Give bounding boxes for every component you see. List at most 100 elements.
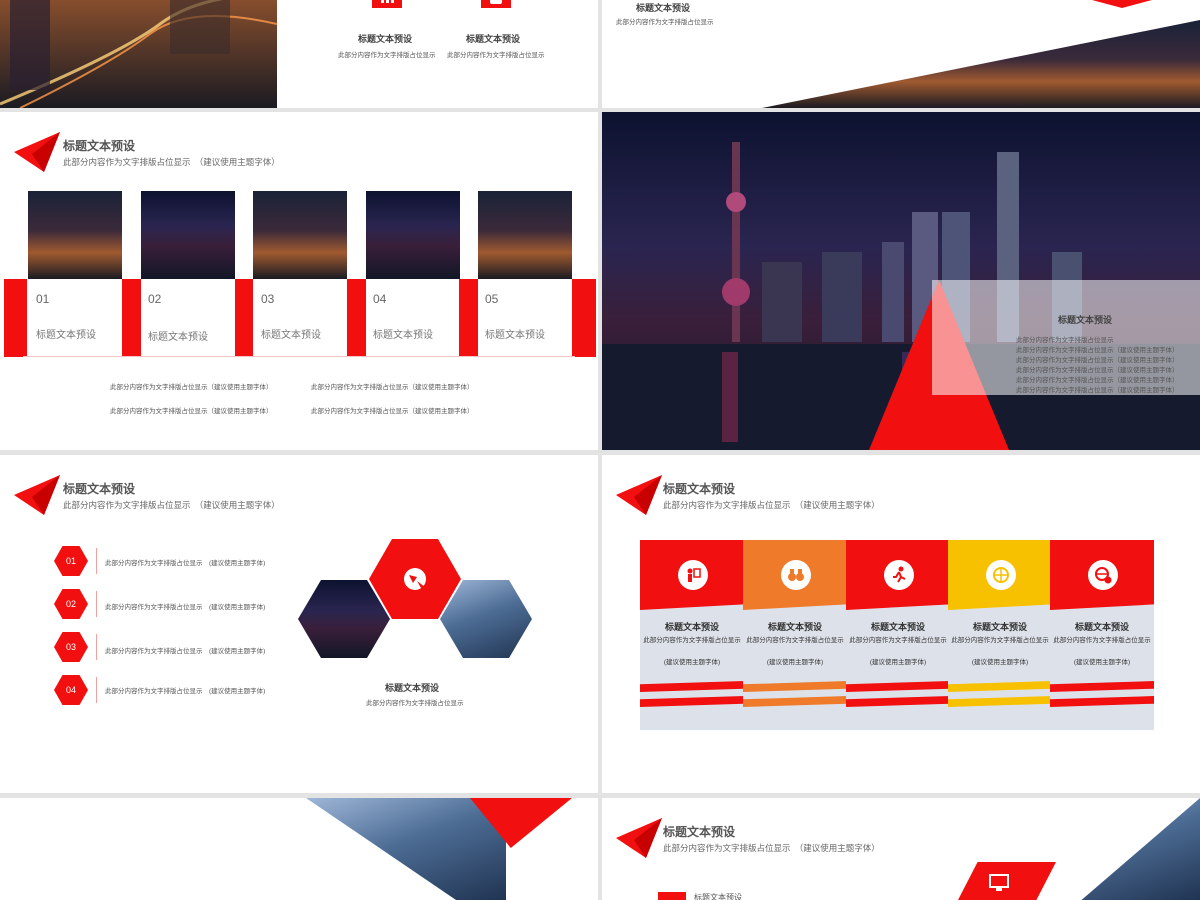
red-corner-shape — [1092, 0, 1152, 8]
card-number: 05 — [485, 292, 499, 306]
runner-icon — [884, 560, 914, 590]
page-title: 标题文本预设 — [663, 825, 736, 839]
column-desc: 此部分内容作为文字排版占位显示 — [951, 637, 1049, 644]
slide-hexagons[interactable]: 标题文本预设 此部分内容作为文字排版占位显示 （建议使用主题字体） 01 此部分… — [0, 455, 598, 793]
slide-top-left[interactable]: 标题文本预设 此部分内容作为文字排版占位显示 标题文本预设 此部分内容作为文字排… — [0, 0, 598, 108]
panel-line: 此部分内容作为文字排版占位显示（建议使用主题字体） — [1016, 367, 1179, 374]
column-title: 标题文本预设 — [767, 622, 822, 632]
page-subtitle: 此部分内容作为文字排版占位显示 （建议使用主题字体） — [63, 157, 280, 167]
paper-plane-icon — [616, 818, 662, 858]
column-desc: 此部分内容作为文字排版占位显示 — [1053, 637, 1151, 644]
user-icon — [481, 0, 511, 8]
skyscraper-photo — [306, 798, 506, 900]
panel-line: 此部分内容作为文字排版占位显示（建议使用主题字体） — [1016, 387, 1179, 394]
slide-bottom-right[interactable]: 标题文本预设 此部分内容作为文字排版占位显示 （建议使用主题字体） 标题文本预设 — [602, 798, 1200, 900]
card-photo — [366, 191, 460, 279]
list-marker — [658, 892, 686, 900]
step-number-hex: 01 — [54, 546, 88, 576]
column-note: (建议使用主题字体) — [766, 659, 824, 666]
globe-dollar-icon — [1088, 560, 1118, 590]
globe-cursor-icon — [401, 565, 429, 593]
caption-title: 标题文本预设 — [385, 683, 440, 693]
page-title: 标题文本预设 — [63, 139, 136, 153]
divider-line — [96, 677, 97, 703]
column-title: 标题文本预设 — [664, 622, 719, 632]
page-title: 标题文本预设 — [63, 482, 136, 496]
monitor-icon — [988, 874, 1010, 892]
paper-plane-icon — [616, 475, 662, 515]
slide-top-right[interactable]: 标题文本预设 此部分内容作为文字排版占位显示 — [602, 0, 1200, 108]
page-subtitle: 此部分内容作为文字排版占位显示 （建议使用主题字体） — [663, 500, 880, 510]
page-subtitle: 此部分内容作为文字排版占位显示 （建议使用主题字体） — [63, 500, 280, 510]
divider-line — [96, 591, 97, 617]
paper-plane-icon — [14, 475, 60, 515]
page-title: 标题文本预设 — [663, 482, 736, 496]
binoculars-icon — [781, 560, 811, 590]
feature-column: 标题文本预设 此部分内容作为文字排版占位显示 (建议使用主题字体) — [640, 540, 744, 730]
feature-column: 标题文本预设 此部分内容作为文字排版占位显示 (建议使用主题字体) — [846, 540, 950, 730]
card-label: 标题文本预设 — [373, 330, 433, 341]
card-label: 标题文本预设 — [261, 330, 321, 341]
card-photo — [141, 191, 235, 279]
panel-line: 此部分内容作为文字排版占位显示（建议使用主题字体） — [1016, 377, 1179, 384]
item-desc: 此部分内容作为文字排版占位显示 — [338, 52, 436, 59]
slide-grid: 标题文本预设 此部分内容作为文字排版占位显示 标题文本预设 此部分内容作为文字排… — [0, 0, 1200, 900]
card-divider — [572, 279, 596, 357]
card-divider — [4, 279, 27, 357]
step-number-hex: 04 — [54, 675, 88, 705]
card-divider — [122, 279, 141, 357]
slide-bottom-left[interactable] — [0, 798, 598, 900]
card-photo — [253, 191, 347, 279]
slide-cards[interactable]: 标题文本预设 此部分内容作为文字排版占位显示 （建议使用主题字体） 01 02 … — [0, 112, 598, 450]
column-title: 标题文本预设 — [972, 622, 1027, 632]
feature-column: 标题文本预设 此部分内容作为文字排版占位显示 (建议使用主题字体) — [948, 540, 1052, 730]
note-text: 此部分内容作为文字排版占位显示（建议使用主题字体） — [311, 408, 474, 415]
card-number: 02 — [148, 292, 162, 306]
divider-line — [96, 548, 97, 574]
card-label: 标题文本预设 — [36, 330, 96, 341]
feature-column: 标题文本预设 此部分内容作为文字排版占位显示 (建议使用主题字体) — [743, 540, 847, 730]
column-desc: 此部分内容作为文字排版占位显示 — [849, 637, 947, 644]
card-number: 01 — [36, 292, 50, 306]
column-note: (建议使用主题字体) — [869, 659, 927, 666]
slide-night-skyline[interactable]: 标题文本预设 此部分内容作为文字排版占位显示 此部分内容作为文字排版占位显示（建… — [602, 112, 1200, 450]
people-board-icon — [678, 560, 708, 590]
page-subtitle: 此部分内容作为文字排版占位显示 （建议使用主题字体） — [663, 843, 880, 853]
divider-line — [96, 634, 97, 660]
item-title: 标题文本预设 — [358, 34, 413, 44]
chart-icon — [372, 0, 402, 8]
column-note: (建议使用主题字体) — [1073, 659, 1131, 666]
panel-title: 标题文本预设 — [1058, 315, 1113, 325]
step-text: 此部分内容作为文字排版占位显示 (建议使用主题字体) — [105, 688, 266, 695]
slide-columns[interactable]: 标题文本预设 此部分内容作为文字排版占位显示 （建议使用主题字体） 标题文本预设… — [602, 455, 1200, 793]
card-label: 标题文本预设 — [485, 330, 545, 341]
column-desc: 此部分内容作为文字排版占位显示 — [746, 637, 844, 644]
note-text: 此部分内容作为文字排版占位显示（建议使用主题字体） — [311, 384, 474, 391]
hex-photo-building — [440, 580, 532, 658]
column-title: 标题文本预设 — [1074, 622, 1129, 632]
step-text: 此部分内容作为文字排版占位显示 (建议使用主题字体) — [105, 604, 266, 611]
step-text: 此部分内容作为文字排版占位显示 (建议使用主题字体) — [105, 648, 266, 655]
hex-photo-skyline — [298, 580, 390, 658]
step-number-hex: 03 — [54, 632, 88, 662]
list-item-label: 标题文本预设 — [694, 893, 742, 900]
column-note: (建议使用主题字体) — [663, 659, 721, 666]
card-number: 03 — [261, 292, 275, 306]
panel-line: 此部分内容作为文字排版占位显示（建议使用主题字体） — [1016, 357, 1179, 364]
column-title: 标题文本预设 — [870, 622, 925, 632]
section-title: 标题文本预设 — [636, 3, 691, 13]
globe-money-icon — [986, 560, 1016, 590]
panel-line: 此部分内容作为文字排版占位显示 — [1016, 337, 1114, 344]
step-text: 此部分内容作为文字排版占位显示 (建议使用主题字体) — [105, 560, 266, 567]
column-desc: 此部分内容作为文字排版占位显示 — [643, 637, 741, 644]
tower-photo — [1081, 798, 1200, 900]
item-desc: 此部分内容作为文字排版占位显示 — [447, 52, 545, 59]
panel-line: 此部分内容作为文字排版占位显示（建议使用主题字体） — [1016, 347, 1179, 354]
card-label: 标题文本预设 — [148, 332, 208, 343]
highway-photo — [0, 0, 277, 108]
caption-desc: 此部分内容作为文字排版占位显示 — [366, 700, 464, 707]
card-photo — [478, 191, 572, 279]
street-photo — [762, 20, 1200, 108]
note-text: 此部分内容作为文字排版占位显示（建议使用主题字体） — [110, 384, 273, 391]
card-divider — [347, 279, 366, 357]
